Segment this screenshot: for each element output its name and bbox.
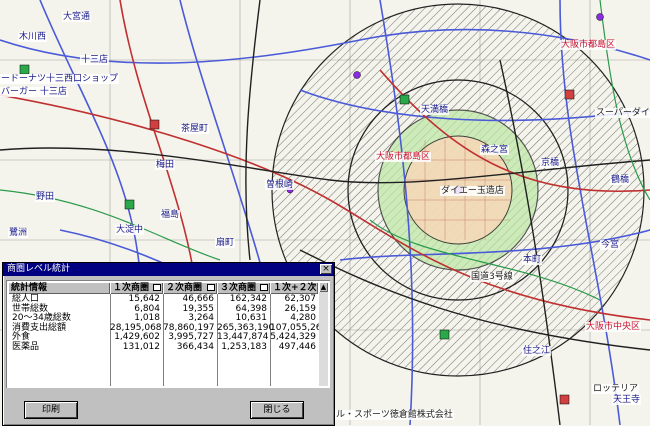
column-header-tertiary-area[interactable]: ３次商圏 xyxy=(217,282,270,294)
secondary-area-values: 46,666 19,355 3,264 78,860,197 3,995,727… xyxy=(163,294,215,353)
store-marker xyxy=(559,394,570,405)
map-label: 大宮通 xyxy=(62,12,92,22)
map-label: 本町 xyxy=(522,255,543,265)
map-label: 住之江 xyxy=(522,346,552,356)
map-label: 鷺洲 xyxy=(8,228,29,238)
vertical-scrollbar[interactable]: ▲ xyxy=(319,282,328,386)
map-label: 国道3号線 xyxy=(470,272,514,282)
dialog-title: 商圏レベル統計 xyxy=(7,264,71,274)
column-header-secondary-area[interactable]: ２次商圏 xyxy=(163,282,217,294)
row-labels-column: 総人口 世帯総数 20～34歳総数 消費支出総額 外食 医薬品 xyxy=(12,294,108,353)
map-label: 天王寺 xyxy=(612,395,642,405)
store-marker xyxy=(19,64,30,75)
sort-icon xyxy=(260,284,268,291)
store-marker xyxy=(564,89,575,100)
map-label: 茶屋町 xyxy=(180,124,210,134)
map-label: ロッテリア xyxy=(592,384,640,394)
store-marker xyxy=(353,71,361,79)
map-label: ル・スポーツ徳倉館株式会社 xyxy=(335,410,454,420)
store-marker xyxy=(124,199,135,210)
map-label: 野田 xyxy=(35,192,56,202)
map-label: バーガー 十三店 xyxy=(0,87,68,97)
map-label: 木川西 xyxy=(18,32,48,42)
map-label: 鶴橋 xyxy=(610,175,631,185)
print-button[interactable]: 印刷 xyxy=(25,402,77,418)
table-cell: 1,253,183 xyxy=(221,341,267,352)
map-label: ダイエー玉造店 xyxy=(440,186,505,196)
close-icon[interactable]: × xyxy=(320,264,332,274)
scroll-up-icon[interactable]: ▲ xyxy=(319,282,328,292)
column-header-statistic[interactable]: 統計情報 xyxy=(8,282,110,294)
map-label: 梅田 xyxy=(155,160,176,170)
map-label: 十三店 xyxy=(80,55,110,65)
table-cell: 131,012 xyxy=(122,341,160,352)
primary-area-values: 15,642 6,804 1,018 28,195,068 1,429,602 … xyxy=(110,294,162,353)
map-label: 天満橋 xyxy=(420,105,450,115)
store-marker xyxy=(596,13,604,21)
store-marker xyxy=(149,119,160,130)
column-header-primary-area[interactable]: １次商圏 xyxy=(110,282,163,294)
map-label: 曽根崎 xyxy=(265,180,295,190)
map-label: 大阪市都島区 xyxy=(375,152,432,162)
header-label: ３次商圏 xyxy=(220,283,257,293)
map-label: 大淀中 xyxy=(115,225,145,235)
map-label: 森之宮 xyxy=(480,145,510,155)
statistics-table[interactable]: 統計情報 １次商圏 ２次商圏 ３次商圏 １次+２次 総人口 世帯総数 20～34… xyxy=(6,280,330,388)
map-label: 大阪市都島区 xyxy=(560,40,617,50)
map-label: 大阪市中央区 xyxy=(585,322,642,332)
trade-area-statistics-dialog: 商圏レベル統計 × 統計情報 １次商圏 ２次商圏 ３次商圏 １次+２次 総人口 … xyxy=(2,262,335,426)
sort-icon xyxy=(207,284,215,291)
store-marker xyxy=(439,329,450,340)
header-label: １次商圏 xyxy=(113,283,150,293)
primary-plus-secondary-values: 62,307 26,159 4,280 107,055,265 5,424,32… xyxy=(270,294,327,353)
row-label: 医薬品 xyxy=(12,341,40,352)
dialog-title-bar[interactable]: 商圏レベル統計 × xyxy=(3,263,334,276)
column-header-primary-plus-secondary[interactable]: １次+２次 xyxy=(270,282,318,294)
sort-icon xyxy=(153,284,161,291)
store-marker xyxy=(399,94,410,105)
map-label: ードーナツ十三西口ショップ xyxy=(0,74,120,84)
header-label: ２次商圏 xyxy=(166,283,203,293)
tertiary-area-values: 162,342 64,398 10,631 265,363,190 13,447… xyxy=(217,294,274,353)
map-label: 扇町 xyxy=(215,238,236,248)
map-label: 今宮 xyxy=(600,240,621,250)
map-label: スーパーダイエー xyxy=(595,108,650,118)
map-label: 京橋 xyxy=(540,158,561,168)
table-cell: 497,446 xyxy=(278,341,316,352)
table-cell: 366,434 xyxy=(176,341,214,352)
close-button[interactable]: 閉じる xyxy=(251,402,303,418)
map-label: 福島 xyxy=(160,210,181,220)
